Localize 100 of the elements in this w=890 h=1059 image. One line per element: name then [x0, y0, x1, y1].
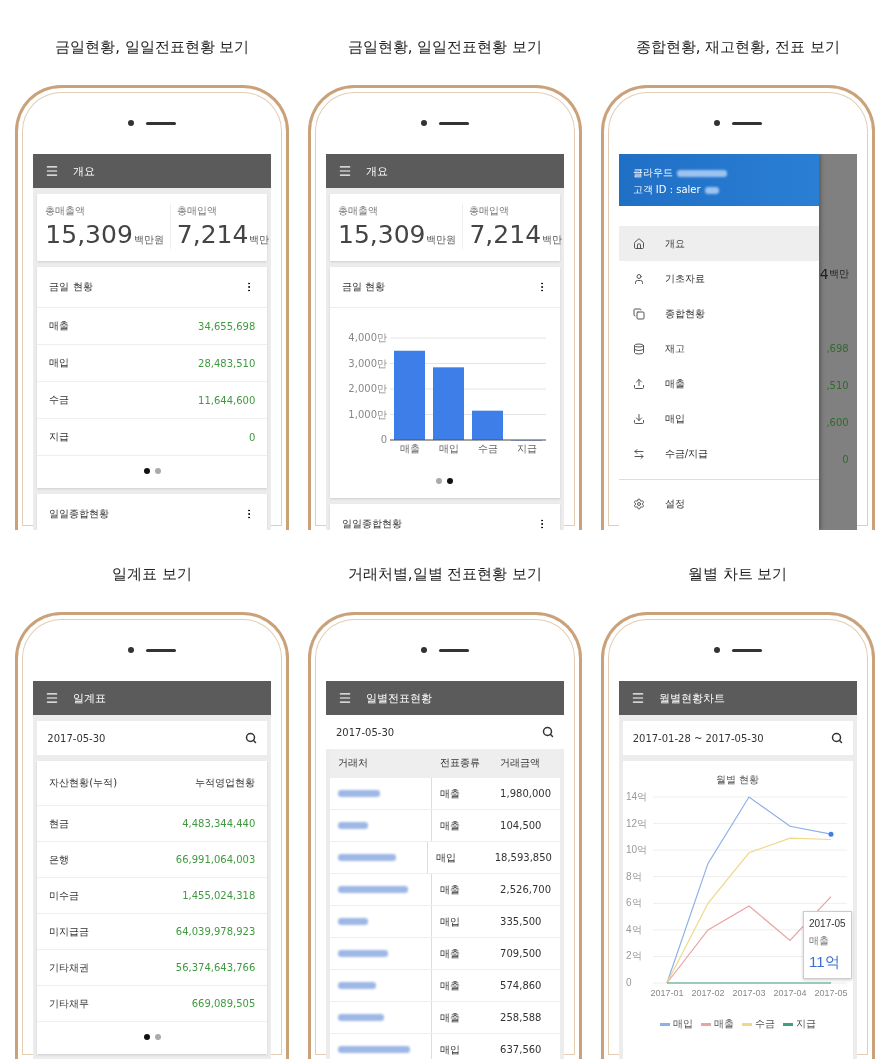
table-cell-text: 1,980,000	[499, 787, 552, 801]
chart-title: 월별 현황	[716, 773, 760, 787]
row-label: 미수금	[49, 888, 80, 903]
table-cell-text: 258,588	[499, 1011, 543, 1025]
y-tick-label: 12억	[625, 817, 647, 829]
row-value: 66,991,064,003	[175, 854, 256, 865]
row-label: 매입	[49, 356, 70, 370]
summary-value: 7,214	[176, 220, 249, 249]
card-title: 일일종합현황	[49, 507, 110, 521]
table-cell-text: 매출	[438, 882, 461, 897]
row-value: 56,374,643,766	[175, 962, 256, 973]
x-tick-label: 수금	[477, 443, 498, 454]
x-tick-label: 2017-01	[650, 988, 684, 998]
summary-value: 7,214	[469, 220, 542, 249]
y-tick-label: 8억	[625, 870, 642, 882]
x-tick-label: 매입	[438, 443, 459, 454]
row-value: ,600	[825, 416, 850, 430]
table-cell-text: 18,593,850	[493, 851, 553, 865]
row-label: 매출	[49, 319, 70, 333]
summary-label: 총매입액	[469, 204, 511, 218]
column-header: 누적영업현황	[195, 776, 256, 790]
tooltip-title: 2017-05	[808, 918, 846, 929]
y-tick-label: 4,000만	[348, 332, 387, 343]
y-tick-label: 0	[625, 977, 632, 988]
table-cell-text: 매출	[438, 978, 461, 993]
table-cell-text: 335,500	[499, 915, 543, 929]
summary-unit: 백만원	[426, 233, 457, 247]
panel-caption: 금일현황, 일일전표현황 보기	[347, 37, 543, 58]
panel-caption: 거래처별,일별 전표현황 보기	[347, 564, 543, 585]
row-value: 0	[841, 453, 850, 467]
row-value: 64,039,978,923	[175, 926, 256, 937]
table-cell-text: 매입	[438, 1042, 461, 1057]
row-value: ,510	[825, 379, 850, 393]
y-tick-label: 3,000만	[348, 357, 387, 369]
row-label: 은행	[49, 852, 70, 867]
table-cell-text: 709,500	[499, 947, 543, 961]
table-cell-text: 574,860	[499, 979, 543, 993]
x-tick-label: 2017-03	[732, 988, 766, 998]
panel-caption: 종합현황, 재고현황, 전표 보기	[635, 37, 840, 58]
row-label: 현금	[49, 816, 70, 831]
screen-title: 개요	[73, 163, 96, 179]
row-value: ,698	[825, 342, 850, 356]
table-cell-text: 104,500	[499, 819, 543, 833]
card-title: 금일 현황	[342, 280, 386, 294]
table-cell-text: 매출	[438, 946, 461, 961]
y-tick-label: 2억	[625, 950, 642, 962]
panel-caption: 일계표 보기	[112, 564, 193, 585]
card-title: 금일 현황	[49, 280, 93, 294]
customer-id: 고객 ID : saler	[632, 183, 805, 197]
table-cell-text: 매입	[435, 850, 458, 865]
x-tick-label: 지급	[516, 443, 537, 454]
x-tick-label: 매출	[399, 443, 420, 454]
panel-caption: 월별 차트 보기	[687, 564, 788, 585]
y-tick-label: 0	[380, 434, 387, 445]
column-header: 자산현황(누적)	[49, 776, 118, 790]
summary-unit: 백만원	[133, 233, 164, 247]
summary-value: 15,309	[338, 220, 426, 249]
summary-value: 15,309	[45, 220, 133, 249]
summary-unit: 백만	[542, 233, 563, 247]
x-tick-label: 2017-04	[773, 988, 807, 998]
y-tick-label: 1,000만	[348, 408, 387, 420]
table-cell-text: 매출	[438, 786, 461, 801]
tooltip-label: 매출	[808, 934, 830, 948]
column-header: 전표종류	[438, 756, 481, 770]
x-tick-label: 2017-02	[691, 988, 725, 998]
table-cell-text: 매출	[438, 1010, 461, 1025]
row-label: 미지급금	[49, 924, 90, 939]
screen-title: 월별현황차트	[658, 690, 725, 706]
table-cell-text: 매출	[438, 818, 461, 833]
table-cell-text: 637,560	[499, 1043, 543, 1057]
tooltip-value: 11억	[808, 953, 841, 972]
summary-label: 총매입액	[176, 204, 218, 218]
y-tick-label: 10억	[625, 844, 647, 856]
row-value: 4,483,344,440	[182, 818, 256, 829]
summary-label: 총매출액	[45, 204, 87, 218]
panel-caption: 금일현황, 일일전표현황 보기	[55, 37, 250, 58]
column-header: 거래금액	[499, 756, 542, 770]
summary-label: 총매출액	[338, 204, 379, 218]
x-tick-label: 2017-05	[814, 988, 848, 998]
y-tick-label: 4억	[625, 923, 642, 935]
row-label: 지급	[49, 430, 70, 444]
company-name: 클라우드	[632, 166, 805, 180]
summary-unit: 백만	[249, 233, 270, 247]
y-tick-label: 6억	[625, 897, 642, 909]
screen-title: 일별전표현황	[366, 690, 432, 706]
table-cell-text: 매입	[438, 914, 461, 929]
row-value: 11,644,600	[198, 394, 256, 406]
row-value: 669,089,505	[191, 998, 256, 1009]
row-label: 수금	[49, 393, 70, 407]
row-label: 기타채무	[49, 996, 90, 1011]
row-value: 34,655,698	[198, 320, 256, 332]
y-tick-label: 14억	[625, 791, 647, 802]
y-tick-label: 2,000만	[348, 383, 387, 394]
row-value: 28,483,510	[198, 357, 256, 369]
column-header: 거래처	[337, 756, 369, 770]
row-label: 기타채권	[49, 960, 90, 975]
screen-title: 일계표	[73, 690, 107, 706]
row-value: 1,455,024,318	[182, 890, 256, 901]
card-title: 일일종합현황	[342, 517, 402, 530]
row-value: 0	[248, 431, 256, 443]
